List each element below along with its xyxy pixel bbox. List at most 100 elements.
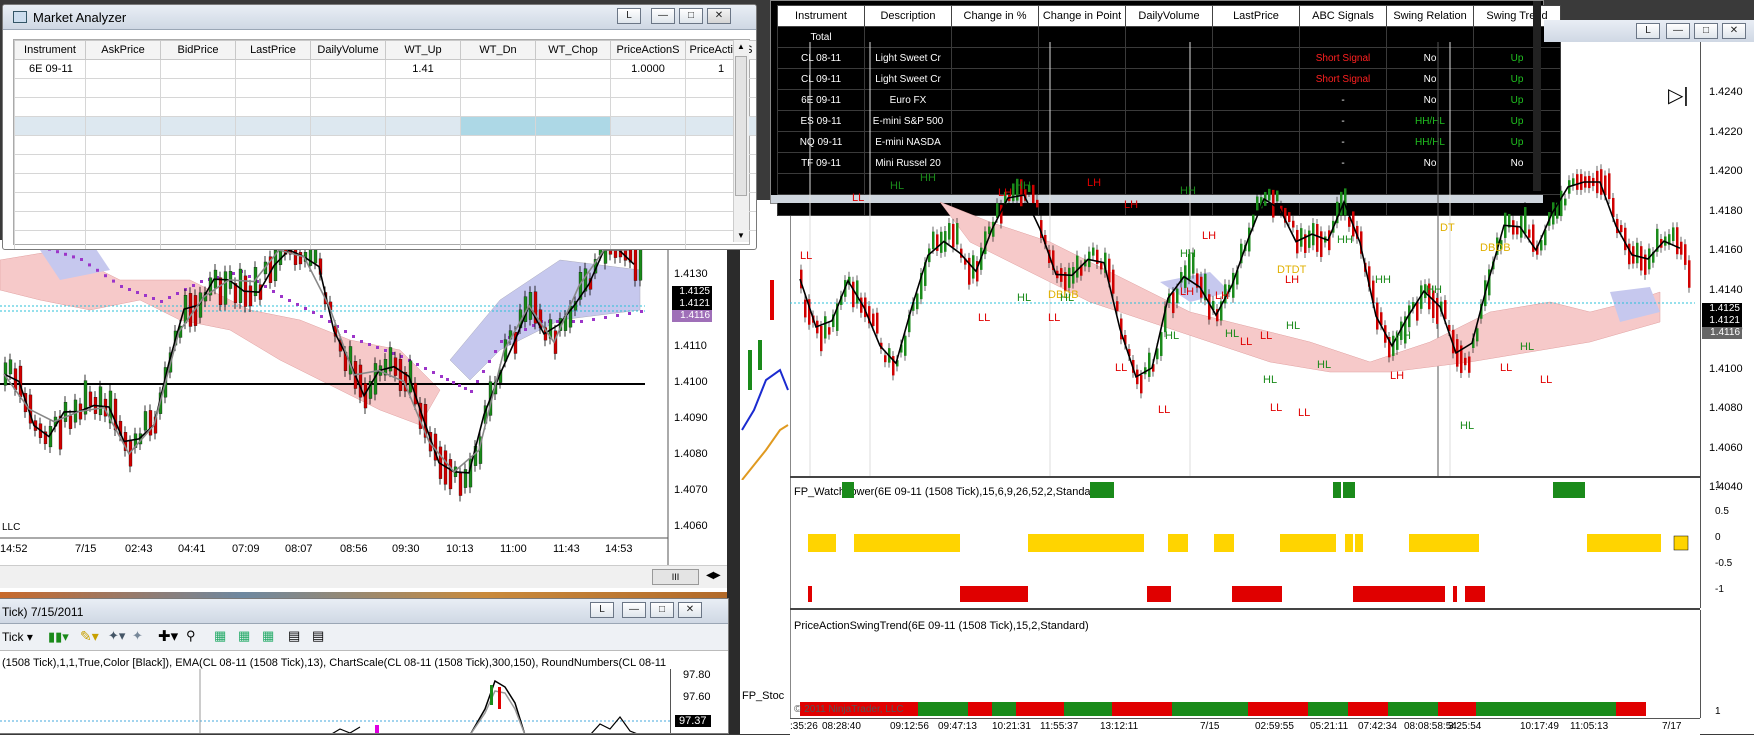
- market-analyzer-titlebar[interactable]: Market Analyzer L — □ ✕: [3, 5, 756, 30]
- time-label: 14:53: [605, 543, 633, 555]
- column-header[interactable]: LastPrice: [1212, 5, 1300, 27]
- column-header[interactable]: DailyVolume: [310, 40, 386, 60]
- time-label: 14:52: [0, 543, 28, 555]
- magnify-icon[interactable]: ⚲: [186, 628, 196, 644]
- table-cell: [310, 192, 386, 212]
- column-header[interactable]: Change in %: [951, 5, 1039, 27]
- time-label: 02:43: [125, 543, 153, 555]
- bottom-close-button[interactable]: ✕: [678, 602, 702, 618]
- swing-label: HL: [1263, 374, 1278, 386]
- maximize-button[interactable]: □: [679, 8, 703, 24]
- zoom-icon[interactable]: ✦▾: [108, 628, 125, 644]
- bottom-chart-window[interactable]: Tick) 7/15/2011 L — □ ✕ Tick ▾ ▮▮▾ ✎▾ ✦▾…: [0, 598, 729, 734]
- bottom-link-button[interactable]: L: [590, 602, 614, 618]
- scale-label: 0.5: [1715, 506, 1729, 517]
- vertical-scrollbar-thumb[interactable]: [735, 56, 747, 196]
- column-header[interactable]: Instrument: [14, 40, 86, 60]
- empty-row[interactable]: [14, 211, 756, 231]
- table-cell: [235, 78, 311, 98]
- swing-label: LH: [1180, 286, 1195, 298]
- right-chart-titlebar[interactable]: L — □ ✕: [1544, 20, 1754, 42]
- table-cell: 1.0000: [610, 59, 686, 79]
- column-header[interactable]: WT_Chop: [535, 40, 611, 60]
- table-cell: [460, 173, 536, 193]
- draw-pencil-icon[interactable]: ✎▾: [80, 628, 99, 645]
- empty-row[interactable]: [14, 230, 756, 249]
- indicator-icon[interactable]: ▦: [214, 628, 226, 644]
- empty-row[interactable]: [14, 135, 756, 155]
- vertical-scrollbar[interactable]: ▲ ▼: [733, 40, 749, 242]
- scroll-down-arrow-icon[interactable]: ▼: [737, 231, 745, 240]
- crosshair-icon[interactable]: ✚▾: [158, 627, 178, 645]
- empty-row[interactable]: [14, 97, 756, 117]
- price-tag: 1.4125: [672, 286, 712, 298]
- column-header[interactable]: AskPrice: [85, 40, 161, 60]
- swing-label: LL: [978, 312, 991, 324]
- table-cell: [385, 78, 461, 98]
- empty-row[interactable]: [14, 116, 756, 136]
- right-minimize-button[interactable]: —: [1666, 23, 1690, 39]
- table-cell: [535, 135, 611, 155]
- table-cell: [160, 135, 236, 155]
- table-cell: [310, 173, 386, 193]
- bottom-chart-titlebar[interactable]: Tick) 7/15/2011 L — □ ✕: [0, 599, 728, 624]
- empty-row[interactable]: [14, 192, 756, 212]
- table-cell: [385, 192, 461, 212]
- table-cell: [235, 173, 311, 193]
- column-header[interactable]: WT_Up: [385, 40, 461, 60]
- left-chart-scrollbar-thumb[interactable]: III: [652, 569, 699, 585]
- properties-icon[interactable]: ▤: [288, 628, 300, 644]
- column-header[interactable]: WT_Dn: [460, 40, 536, 60]
- empty-row[interactable]: [14, 78, 756, 98]
- data-box-icon[interactable]: ▤: [312, 628, 324, 644]
- pin-icon[interactable]: ✦: [132, 628, 143, 644]
- empty-row[interactable]: [14, 173, 756, 193]
- interval-dropdown[interactable]: Tick ▾: [2, 630, 33, 644]
- swing-label: HL: [1165, 330, 1180, 342]
- column-header[interactable]: Instrument: [777, 5, 865, 27]
- playback-icon[interactable]: ▷|: [1668, 86, 1689, 106]
- swing-label: LH: [1390, 370, 1405, 382]
- right-link-button[interactable]: L: [1636, 23, 1660, 39]
- table-cell: [160, 78, 236, 98]
- scroll-up-arrow-icon[interactable]: ▲: [737, 42, 745, 51]
- bottom-minimize-button[interactable]: —: [622, 602, 646, 618]
- table-cell: [310, 97, 386, 117]
- column-header[interactable]: LastPrice: [235, 40, 311, 60]
- link-button[interactable]: L: [617, 8, 641, 24]
- strategy-icon[interactable]: ▦: [238, 628, 250, 644]
- indicator1-chart: [808, 482, 1689, 602]
- indicator2-scale: 1: [1700, 610, 1754, 718]
- table-cell: [385, 116, 461, 136]
- column-header[interactable]: ABC Signals: [1299, 5, 1387, 27]
- column-header[interactable]: Description: [864, 5, 952, 27]
- right-time-axis: :35:26 08:28:40 09:12:56 09:47:13 10:21:31 11…: [790, 718, 1700, 735]
- swing-label: LL: [800, 250, 813, 262]
- swing-label: LL: [1115, 362, 1128, 374]
- column-header[interactable]: BidPrice: [160, 40, 236, 60]
- table-cell: [310, 154, 386, 174]
- time-label: 07:09: [232, 543, 260, 555]
- left-chart-scroll-track[interactable]: III ◀ ▶: [0, 565, 727, 588]
- market-analyzer-window[interactable]: Market Analyzer L — □ ✕ Instrument AskPri…: [2, 4, 757, 250]
- empty-row[interactable]: [14, 154, 756, 174]
- minimize-button[interactable]: —: [651, 8, 675, 24]
- swing-label: DT: [1440, 222, 1455, 234]
- column-header[interactable]: PriceActionS: [610, 40, 686, 60]
- chart-icon[interactable]: ▦: [262, 628, 274, 644]
- close-button[interactable]: ✕: [707, 8, 731, 24]
- table-cell: [85, 59, 161, 79]
- column-header[interactable]: Change in Point: [1038, 5, 1126, 27]
- column-header[interactable]: Swing Relation: [1386, 5, 1474, 27]
- column-header[interactable]: DailyVolume: [1125, 5, 1213, 27]
- table-row[interactable]: 6E 09-11 1.41 1.0000 1: [14, 59, 756, 79]
- bottom-maximize-button[interactable]: □: [650, 602, 674, 618]
- table-cell: [160, 116, 236, 136]
- swing-label: LL: [1500, 362, 1513, 374]
- scroll-right-arrow-icon[interactable]: ▶: [713, 570, 721, 581]
- right-close-button[interactable]: ✕: [1722, 23, 1746, 39]
- right-maximize-button[interactable]: □: [1694, 23, 1718, 39]
- swing-label: HH: [1375, 274, 1391, 286]
- indicator1-scale: 1 0.5 0 -0.5 -1: [1700, 478, 1754, 608]
- bar-type-icon[interactable]: ▮▮▾: [48, 629, 69, 645]
